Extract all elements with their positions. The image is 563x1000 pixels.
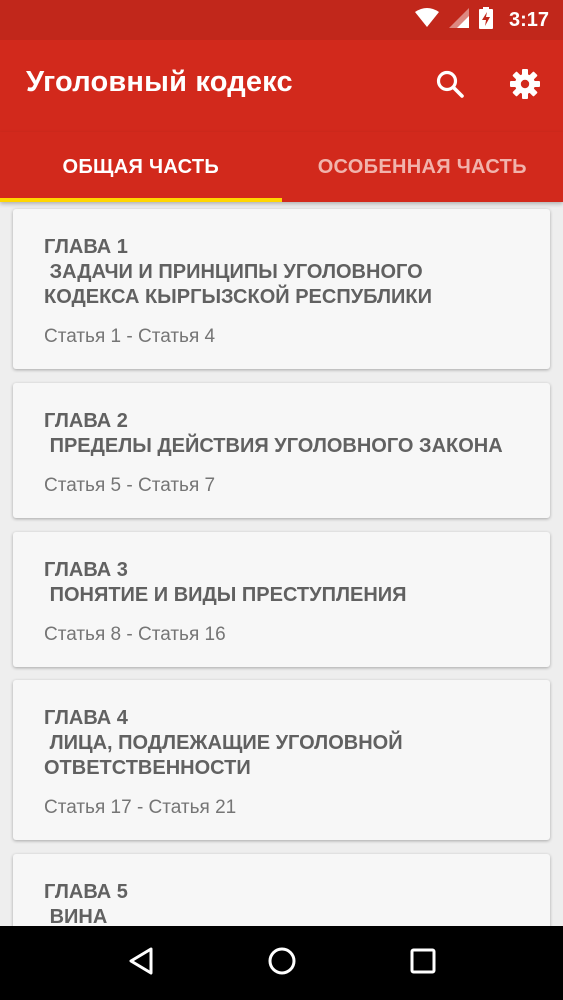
- status-bar: 3:17: [0, 0, 563, 40]
- wifi-icon: [414, 7, 439, 33]
- app-bar: Уголовный кодекс: [0, 40, 563, 132]
- recents-button[interactable]: [403, 943, 443, 983]
- battery-charging-icon: [478, 6, 493, 34]
- chapter-number: ГЛАВА 5: [44, 881, 128, 903]
- signal-icon: [448, 7, 469, 33]
- chapter-title: ПОНЯТИЕ И ВИДЫ ПРЕСТУПЛЕНИЯ: [44, 584, 407, 606]
- search-button[interactable]: [430, 66, 470, 106]
- navigation-bar: [0, 926, 563, 1000]
- chapter-card-2[interactable]: ГЛАВА 2 ПРЕДЕЛЫ ДЕЙСТВИЯ УГОЛОВНОГО ЗАКО…: [13, 383, 550, 518]
- home-icon: [267, 946, 297, 981]
- chapter-article-range: Статья 17 - Статья 21: [44, 797, 237, 818]
- home-button[interactable]: [262, 943, 302, 983]
- tab-special-part[interactable]: ОСОБЕННАЯ ЧАСТЬ: [282, 132, 563, 202]
- tab-bar: ОБЩАЯ ЧАСТЬ ОСОБЕННАЯ ЧАСТЬ: [0, 132, 563, 202]
- chapter-card-4[interactable]: ГЛАВА 4 ЛИЦА, ПОДЛЕЖАЩИЕ УГОЛОВНОЙ ОТВЕТ…: [13, 680, 550, 840]
- chapter-article-range: Статья 8 - Статья 16: [44, 624, 226, 645]
- settings-icon: [509, 68, 541, 105]
- settings-button[interactable]: [505, 66, 545, 106]
- chapter-card-5[interactable]: ГЛАВА 5 ВИНА: [13, 854, 550, 926]
- chapter-number: ГЛАВА 1: [44, 236, 128, 258]
- chapter-number: ГЛАВА 4: [44, 707, 128, 729]
- status-icons: 3:17: [414, 6, 549, 34]
- chapter-article-range: Статья 5 - Статья 7: [44, 475, 216, 496]
- chapter-title: ЛИЦА, ПОДЛЕЖАЩИЕ УГОЛОВНОЙ ОТВЕТСТВЕННОС…: [44, 732, 403, 779]
- chapter-card-3[interactable]: ГЛАВА 3 ПОНЯТИЕ И ВИДЫ ПРЕСТУПЛЕНИЯ Стат…: [13, 532, 550, 667]
- chapter-title: ПРЕДЕЛЫ ДЕЙСТВИЯ УГОЛОВНОГО ЗАКОНА: [44, 435, 503, 457]
- back-button[interactable]: [121, 943, 161, 983]
- tab-general-part[interactable]: ОБЩАЯ ЧАСТЬ: [0, 132, 282, 202]
- search-icon: [435, 69, 465, 104]
- chapter-title: ВИНА: [44, 906, 108, 926]
- chapter-title: ЗАДАЧИ И ПРИНЦИПЫ УГОЛОВНОГО КОДЕКСА КЫР…: [44, 261, 432, 308]
- chapter-list[interactable]: ГЛАВА 1 ЗАДАЧИ И ПРИНЦИПЫ УГОЛОВНОГО КОД…: [0, 202, 563, 926]
- status-time: 3:17: [508, 8, 549, 31]
- chapter-number: ГЛАВА 3: [44, 559, 128, 581]
- chapter-card-1[interactable]: ГЛАВА 1 ЗАДАЧИ И ПРИНЦИПЫ УГОЛОВНОГО КОД…: [13, 209, 550, 369]
- chapter-article-range: Статья 1 - Статья 4: [44, 326, 216, 347]
- recents-icon: [410, 948, 436, 979]
- app-title: Уголовный кодекс: [26, 66, 293, 98]
- back-icon: [127, 946, 155, 981]
- chapter-number: ГЛАВА 2: [44, 410, 128, 432]
